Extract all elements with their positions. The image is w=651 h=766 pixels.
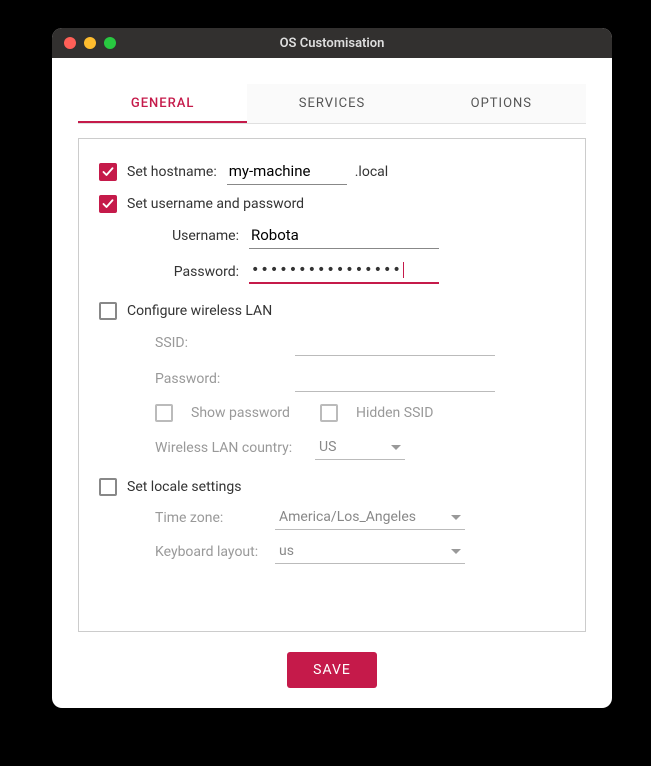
timezone-label: Time zone: (155, 510, 265, 526)
hostname-input[interactable] (227, 159, 347, 185)
minimize-icon[interactable] (84, 37, 96, 49)
window-controls (64, 37, 116, 49)
username-input[interactable] (249, 223, 439, 249)
wifi-checkbox[interactable] (99, 302, 117, 320)
hostname-row: Set hostname: .local (99, 159, 565, 185)
wifi-password-label: Password: (155, 371, 285, 387)
ssid-input[interactable] (295, 330, 495, 356)
timezone-select[interactable]: America/Los_Angeles (275, 506, 465, 530)
close-icon[interactable] (64, 37, 76, 49)
wifi-country-value: US (319, 439, 336, 455)
hostname-checkbox[interactable] (99, 163, 117, 181)
userpass-checkbox[interactable] (99, 195, 117, 213)
locale-row: Set locale settings (99, 478, 565, 496)
hidden-ssid-label: Hidden SSID (356, 405, 433, 421)
tab-options[interactable]: OPTIONS (417, 84, 586, 123)
password-mask: •••••••••••••••• (251, 262, 402, 278)
hostname-suffix: .local (355, 164, 388, 180)
wifi-country-select[interactable]: US (315, 436, 405, 460)
dialog-window: OS Customisation GENERAL SERVICES OPTION… (52, 28, 612, 708)
show-password-checkbox[interactable] (155, 404, 173, 422)
zoom-icon[interactable] (104, 37, 116, 49)
show-password-option[interactable]: Show password (155, 404, 290, 422)
wifi-country-label: Wireless LAN country: (155, 440, 305, 456)
hidden-ssid-option[interactable]: Hidden SSID (320, 404, 433, 422)
tab-services[interactable]: SERVICES (247, 84, 416, 123)
ssid-label: SSID: (155, 335, 285, 351)
window-title: OS Customisation (280, 36, 385, 51)
keyboard-value: us (279, 543, 294, 559)
chevron-down-icon (451, 515, 461, 520)
save-button[interactable]: SAVE (287, 652, 377, 688)
action-row: SAVE (78, 632, 586, 688)
password-label: Password: (155, 264, 239, 280)
check-icon (102, 198, 114, 210)
userpass-fields: Username: Password: •••••••••••••••• (155, 223, 565, 284)
wifi-label: Configure wireless LAN (127, 303, 272, 319)
chevron-down-icon (451, 549, 461, 554)
wifi-password-input[interactable] (295, 366, 495, 392)
titlebar: OS Customisation (52, 28, 612, 58)
userpass-row: Set username and password (99, 195, 565, 213)
keyboard-label: Keyboard layout: (155, 544, 265, 560)
tab-general[interactable]: GENERAL (78, 84, 247, 123)
check-icon (102, 166, 114, 178)
show-password-label: Show password (191, 405, 290, 421)
locale-label: Set locale settings (127, 479, 241, 495)
settings-panel: Set hostname: .local Set username and pa… (78, 138, 586, 632)
locale-fields: Time zone: America/Los_Angeles Keyboard … (155, 506, 565, 564)
timezone-value: America/Los_Angeles (279, 509, 416, 525)
hidden-ssid-checkbox[interactable] (320, 404, 338, 422)
keyboard-select[interactable]: us (275, 540, 465, 564)
tab-bar: GENERAL SERVICES OPTIONS (78, 84, 586, 124)
locale-checkbox[interactable] (99, 478, 117, 496)
password-input[interactable]: •••••••••••••••• (249, 259, 439, 284)
hostname-label: Set hostname: (127, 164, 217, 180)
text-caret (403, 262, 404, 278)
wifi-row: Configure wireless LAN (99, 302, 565, 320)
content-area: GENERAL SERVICES OPTIONS Set hostname: .… (52, 58, 612, 708)
chevron-down-icon (391, 445, 401, 450)
wifi-fields: SSID: Password: Show password Hidden SSI… (155, 330, 565, 460)
username-label: Username: (155, 228, 239, 244)
userpass-label: Set username and password (127, 196, 304, 212)
